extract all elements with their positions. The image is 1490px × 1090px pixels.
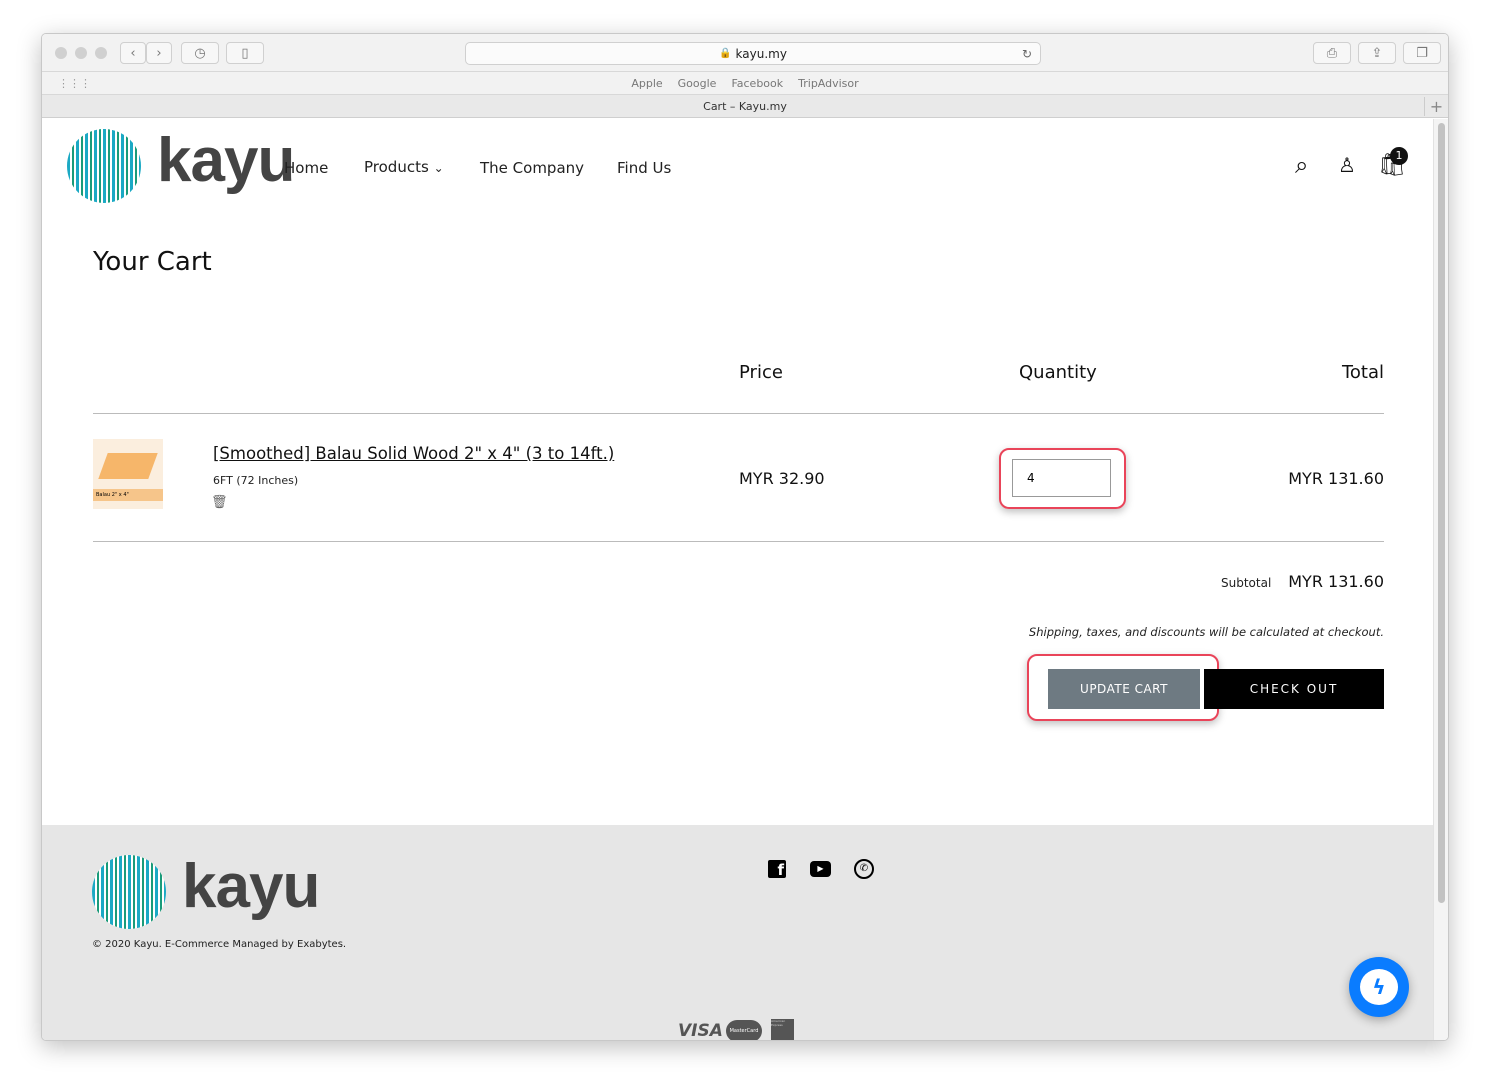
bookmark-apple[interactable]: Apple bbox=[631, 77, 662, 90]
address-bar[interactable]: 🔒 kayu.my ↻ bbox=[465, 42, 1041, 65]
nav-products[interactable]: Products ⌄ bbox=[364, 158, 444, 176]
reload-icon[interactable]: ↻ bbox=[1022, 47, 1032, 61]
footer: kayu © 2020 Kayu. E-Commerce Managed by … bbox=[42, 825, 1434, 1041]
footer-logo[interactable]: kayu bbox=[92, 852, 320, 929]
logo-text: kayu bbox=[182, 851, 320, 921]
item-price: MYR 32.90 bbox=[739, 469, 825, 488]
trash-icon[interactable]: 🗑 bbox=[211, 495, 228, 510]
visa-icon: VISA bbox=[678, 1021, 723, 1041]
grid-icon[interactable]: ⋮⋮⋮ bbox=[58, 77, 91, 90]
url-text: kayu.my bbox=[735, 46, 787, 61]
browser-window: ‹ › ◷ ▯ 🔒 kayu.my ↻ ⎙ ⇪ ❐ ⋮⋮⋮ Apple Google… bbox=[41, 33, 1449, 1041]
close-window-button[interactable] bbox=[55, 47, 67, 59]
copyright: © 2020 Kayu. E-Commerce Managed by Exaby… bbox=[92, 939, 347, 950]
divider bbox=[93, 413, 1384, 414]
nav-find-us[interactable]: Find Us bbox=[617, 159, 671, 177]
product-image[interactable]: Balau 2" x 4" bbox=[93, 439, 163, 509]
subtotal-value: MYR 131.60 bbox=[1288, 572, 1384, 591]
page: kayu Home Products ⌄ The Company Find Us… bbox=[42, 119, 1434, 1041]
tab-title: Cart – Kayu.my bbox=[703, 99, 787, 113]
sidebar-icon[interactable]: ▯ bbox=[226, 42, 264, 64]
checkout-button[interactable]: CHECK OUT bbox=[1204, 669, 1384, 709]
whatsapp-icon[interactable]: ✆ bbox=[854, 859, 874, 879]
forward-icon[interactable]: › bbox=[146, 42, 172, 64]
search-icon[interactable]: ⌕ bbox=[1295, 151, 1308, 179]
new-tab-button[interactable]: + bbox=[1424, 96, 1448, 116]
account-icon[interactable]: ♙ bbox=[1338, 153, 1356, 177]
facebook-icon[interactable]: f bbox=[768, 860, 786, 879]
history-icon[interactable]: ◷ bbox=[181, 42, 219, 64]
col-price: Price bbox=[739, 362, 783, 383]
scrollbar[interactable] bbox=[1433, 119, 1448, 1040]
site-logo[interactable]: kayu bbox=[67, 126, 295, 203]
amex-icon: American Express bbox=[771, 1019, 794, 1040]
cart-count-badge: 1 bbox=[1390, 147, 1408, 165]
checkout-note: Shipping, taxes, and discounts will be c… bbox=[1028, 625, 1384, 639]
subtotal-label: Subtotal bbox=[1221, 576, 1272, 590]
image-label: Balau 2" x 4" bbox=[93, 489, 163, 501]
print-icon[interactable]: ⎙ bbox=[1313, 42, 1351, 64]
nav-products-label: Products bbox=[364, 158, 429, 176]
logo-mark bbox=[92, 855, 166, 929]
nav-home[interactable]: Home bbox=[284, 159, 328, 177]
messenger-button[interactable]: ϟ bbox=[1349, 957, 1409, 1017]
bookmark-tripadvisor[interactable]: TripAdvisor bbox=[798, 77, 859, 90]
minimize-window-button[interactable] bbox=[75, 47, 87, 59]
col-total: Total bbox=[1341, 362, 1384, 383]
bookmarks-bar: ⋮⋮⋮ Apple Google Facebook TripAdvisor bbox=[42, 72, 1448, 95]
youtube-icon[interactable]: ▶ bbox=[810, 861, 831, 877]
logo-text: kayu bbox=[157, 125, 295, 195]
zoom-window-button[interactable] bbox=[95, 47, 107, 59]
toolbar: ‹ › ◷ ▯ 🔒 kayu.my ↻ ⎙ ⇪ ❐ bbox=[42, 34, 1448, 72]
scrollbar-thumb[interactable] bbox=[1438, 123, 1445, 903]
tabs-icon[interactable]: ❐ bbox=[1403, 42, 1441, 64]
back-icon[interactable]: ‹ bbox=[120, 42, 146, 64]
bookmark-google[interactable]: Google bbox=[678, 77, 717, 90]
page-title: Your Cart bbox=[93, 247, 212, 277]
mastercard-icon: MasterCard bbox=[726, 1020, 762, 1040]
col-quantity: Quantity bbox=[1019, 362, 1097, 383]
nav-the-company[interactable]: The Company bbox=[480, 159, 584, 177]
share-icon[interactable]: ⇪ bbox=[1358, 42, 1396, 64]
logo-mark bbox=[67, 129, 141, 203]
messenger-icon: ϟ bbox=[1360, 969, 1398, 1005]
chevron-down-icon: ⌄ bbox=[433, 161, 444, 175]
update-cart-button[interactable]: UPDATE CART bbox=[1048, 669, 1200, 709]
product-variant: 6FT (72 Inches) bbox=[213, 474, 299, 487]
bookmark-facebook[interactable]: Facebook bbox=[731, 77, 783, 90]
tab-cart[interactable]: Cart – Kayu.my + bbox=[42, 95, 1448, 118]
item-total: MYR 131.60 bbox=[1288, 469, 1384, 488]
divider bbox=[93, 541, 1384, 542]
lock-icon: 🔒 bbox=[719, 48, 732, 59]
product-link[interactable]: [Smoothed] Balau Solid Wood 2" x 4" (3 t… bbox=[213, 444, 614, 463]
quantity-input[interactable] bbox=[1012, 459, 1111, 497]
